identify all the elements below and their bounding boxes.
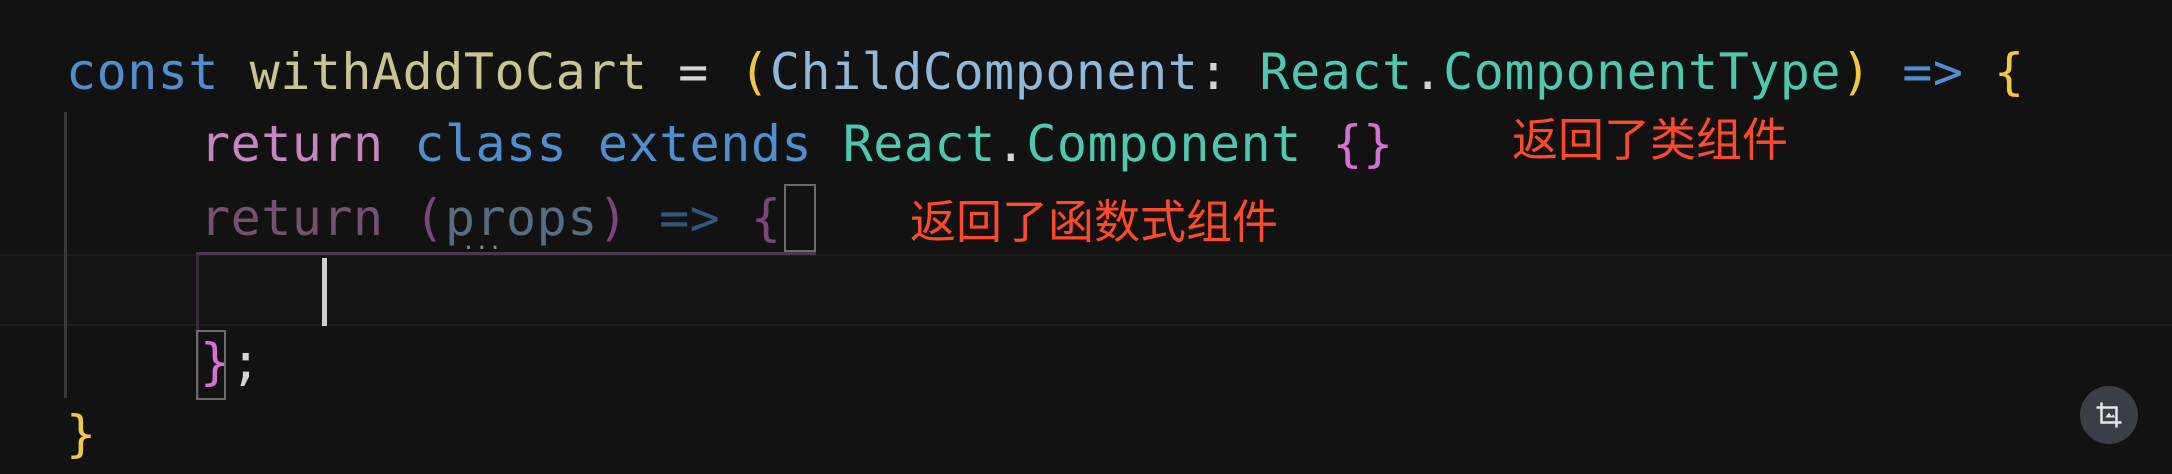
- bracket-match-open: [784, 184, 816, 252]
- keyword-const: const: [66, 43, 220, 101]
- colon: :: [1198, 43, 1260, 101]
- code-editor[interactable]: const withAddToCart = (ChildComponent: R…: [0, 0, 2172, 474]
- text-cursor: [322, 258, 327, 326]
- indent-guide: [64, 112, 67, 398]
- empty-braces: {}: [1332, 115, 1394, 173]
- paren-close: ): [1841, 43, 1872, 101]
- keyword-return: return: [200, 189, 384, 247]
- type-Component: Component: [1026, 115, 1302, 173]
- type-react: React: [842, 115, 996, 173]
- dot: .: [995, 115, 1027, 173]
- arrow-operator: =>: [1871, 43, 1995, 101]
- type-ComponentType: ComponentType: [1443, 43, 1842, 101]
- paren-open: (: [739, 43, 770, 101]
- keyword-class: class: [414, 115, 568, 173]
- brace-open: {: [750, 189, 782, 247]
- brace-open: {: [1994, 43, 2025, 101]
- type-react: React: [1259, 43, 1413, 101]
- code-line-6: }: [66, 398, 97, 470]
- param-ChildComponent: ChildComponent: [769, 43, 1199, 101]
- identifier-withAddToCart: withAddToCart: [249, 43, 648, 101]
- keyword-extends: extends: [597, 115, 813, 173]
- crop-icon: [2096, 402, 2122, 428]
- annotation-function-component: 返回了函数式组件: [910, 195, 1278, 249]
- paren-close: ): [597, 189, 629, 247]
- bracket-match-close: [196, 330, 226, 400]
- dot: .: [1412, 43, 1444, 101]
- operator-equals: =: [647, 43, 740, 101]
- semicolon: ;: [230, 333, 262, 391]
- annotation-class-component: 返回了类组件: [1512, 113, 1788, 167]
- brace-close: }: [66, 405, 97, 463]
- arrow-operator: =>: [659, 189, 721, 247]
- keyword-return: return: [200, 115, 384, 173]
- code-line-1: const withAddToCart = (ChildComponent: R…: [66, 36, 2025, 108]
- paren-open: (: [414, 189, 445, 247]
- code-line-2: return class extends React.Component {}: [200, 108, 1394, 180]
- crop-button[interactable]: [2080, 386, 2138, 444]
- hint-dots: ...: [462, 230, 502, 255]
